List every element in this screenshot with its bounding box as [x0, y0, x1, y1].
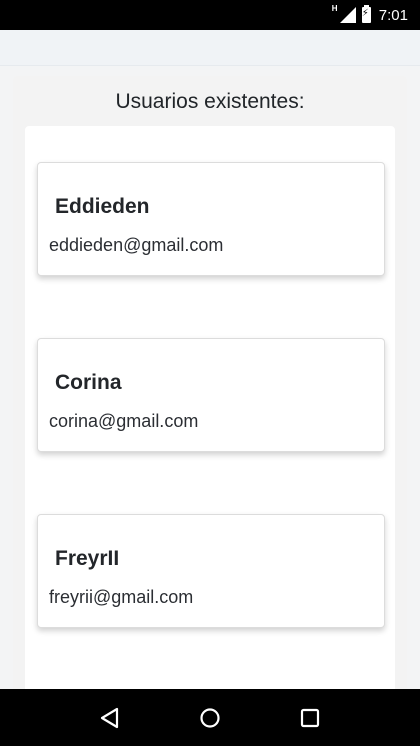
user-card[interactable]: FreyrII freyrii@gmail.com [37, 514, 385, 628]
signal-icon: H [331, 4, 356, 23]
screen: H 7:01 Usuarios existentes: Eddieden edd… [0, 0, 420, 746]
user-email: eddieden@gmail.com [49, 235, 224, 255]
back-button[interactable] [90, 698, 130, 738]
clock: 7:01 [378, 6, 408, 24]
back-icon [100, 707, 119, 728]
user-name: Eddieden [55, 195, 150, 218]
panel-title: Usuarios existentes: [115, 90, 305, 113]
home-icon [200, 707, 220, 728]
user-card[interactable]: Eddieden eddieden@gmail.com [37, 162, 385, 276]
recents-button[interactable] [290, 698, 330, 738]
user-email: corina@gmail.com [49, 411, 199, 431]
network-type-label: H [331, 4, 338, 13]
users-panel: Usuarios existentes: Eddieden eddieden@g… [13, 76, 407, 746]
home-button[interactable] [190, 698, 230, 738]
recents-icon [300, 708, 320, 727]
app-header [0, 30, 420, 66]
status-bar: H 7:01 [0, 0, 420, 30]
system-nav-bar [0, 689, 420, 746]
user-list: Eddieden eddieden@gmail.com Corina corin… [25, 126, 395, 746]
user-email: freyrii@gmail.com [49, 587, 194, 607]
user-card[interactable]: Corina corina@gmail.com [37, 338, 385, 452]
battery-charging-icon [361, 5, 371, 23]
user-name: Corina [55, 371, 122, 394]
user-name: FreyrII [55, 547, 120, 570]
